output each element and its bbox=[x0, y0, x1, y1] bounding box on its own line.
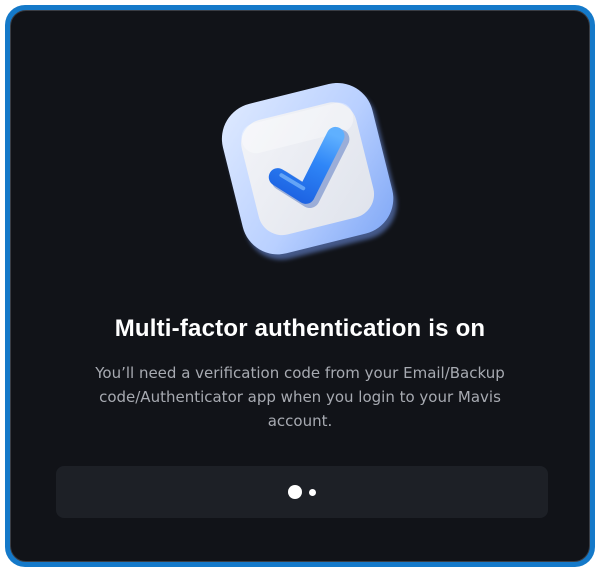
dialog-description: You’ll need a verification code from you… bbox=[95, 364, 505, 430]
dialog-title: Multi-factor authentication is on bbox=[114, 315, 486, 342]
loading-dot-large bbox=[288, 485, 302, 499]
focus-frame: Multi-factor authentication is on You’ll… bbox=[5, 5, 595, 567]
mfa-enabled-dialog: Multi-factor authentication is on You’ll… bbox=[10, 10, 590, 562]
continue-button-loading[interactable] bbox=[56, 466, 548, 518]
loading-dot-small bbox=[309, 488, 316, 496]
checkmark-badge-icon bbox=[206, 69, 416, 279]
